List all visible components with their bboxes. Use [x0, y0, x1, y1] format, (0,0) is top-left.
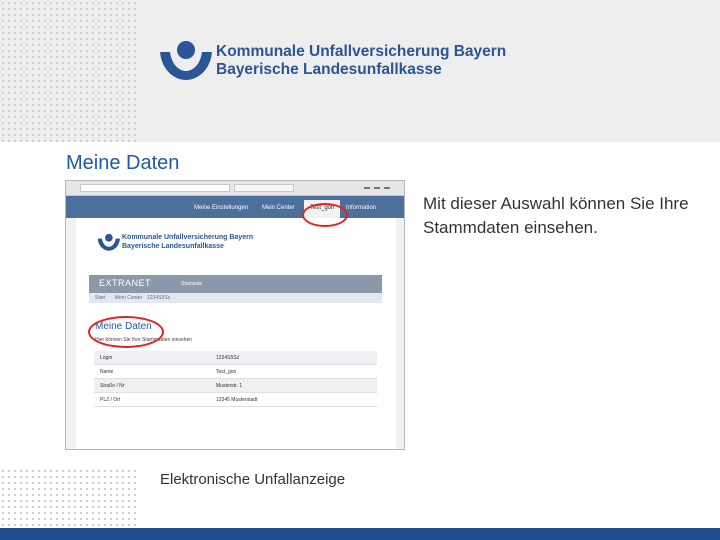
row-value: 12345 Musterstadt [216, 397, 258, 403]
browser-address-bar [66, 181, 404, 196]
extranet-banner: EXTRANET Startseite [89, 275, 382, 293]
breadcrumb-item[interactable]: Start [95, 295, 106, 301]
row-label: PLZ / Ort [100, 397, 121, 403]
table-row: Name Test_gon [94, 365, 377, 379]
nav-item-center[interactable]: Mein Center [262, 204, 295, 212]
startseite-link[interactable]: Startseite [181, 281, 202, 287]
logo-line-2: Bayerische Landesunfallkasse [216, 61, 442, 78]
extranet-top-nav: Meine Einstellungen Mein Center Test_gon… [66, 196, 404, 218]
kuvb-logo-icon [97, 233, 120, 251]
logo-text: Kommunale Unfallversicherung Bayern Baye… [216, 43, 506, 79]
kuvb-logo-icon [160, 41, 212, 80]
row-label: Name [100, 369, 114, 375]
row-value: 1234S5Sz [216, 355, 240, 361]
browser-screenshot: Meine Einstellungen Mein Center Test_gon… [65, 180, 405, 450]
browser-tab [234, 184, 294, 192]
row-label: Login [100, 355, 113, 361]
table-row: Straße / Nr Musterstr. 1 [94, 379, 377, 393]
table-row: Login 1234S5Sz [94, 351, 377, 365]
slide-description: Mit dieser Auswahl können Sie Ihre Stamm… [423, 194, 689, 237]
nav-item-einstellungen[interactable]: Meine Einstellungen [194, 204, 248, 212]
mini-logo-line-1: Kommunale Unfallversicherung Bayern [122, 234, 254, 241]
nav-item-information[interactable]: Information [346, 204, 376, 212]
extranet-title: EXTRANET [99, 278, 152, 288]
mini-logo-text: Kommunale Unfallversicherung Bayern Baye… [122, 234, 253, 251]
slide-title: Meine Daten [66, 152, 180, 174]
logo-line-1: Kommunale Unfallversicherung Bayern [216, 43, 507, 60]
slide-caption: Elektronische Unfallanzeige [160, 471, 346, 488]
kuvb-logo: Kommunale Unfallversicherung Bayern Baye… [156, 38, 506, 82]
row-value: Test_gon [216, 369, 237, 375]
breadcrumb-item: 1234S5Sz [147, 295, 171, 301]
dot-pattern [0, 0, 140, 142]
footer-bar [0, 528, 720, 540]
url-field [80, 184, 230, 192]
dot-pattern [0, 468, 140, 528]
window-controls [362, 184, 400, 192]
row-label: Straße / Nr [100, 383, 125, 389]
row-value: Musterstr. 1 [216, 383, 243, 389]
highlight-ring-title [88, 316, 164, 348]
mini-kuvb-logo: Kommunale Unfallversicherung Bayern Baye… [96, 232, 256, 258]
table-row: PLZ / Ort 12345 Musterstadt [94, 393, 377, 407]
breadcrumb-item[interactable]: Mein Center [115, 295, 142, 301]
highlight-ring-nav [302, 203, 348, 227]
stammdaten-table: Login 1234S5Sz Name Test_gon Straße / Nr… [94, 351, 377, 407]
breadcrumb: Start Mein Center 1234S5Sz [89, 293, 382, 303]
mini-logo-line-2: Bayerische Landesunfallkasse [122, 242, 224, 250]
